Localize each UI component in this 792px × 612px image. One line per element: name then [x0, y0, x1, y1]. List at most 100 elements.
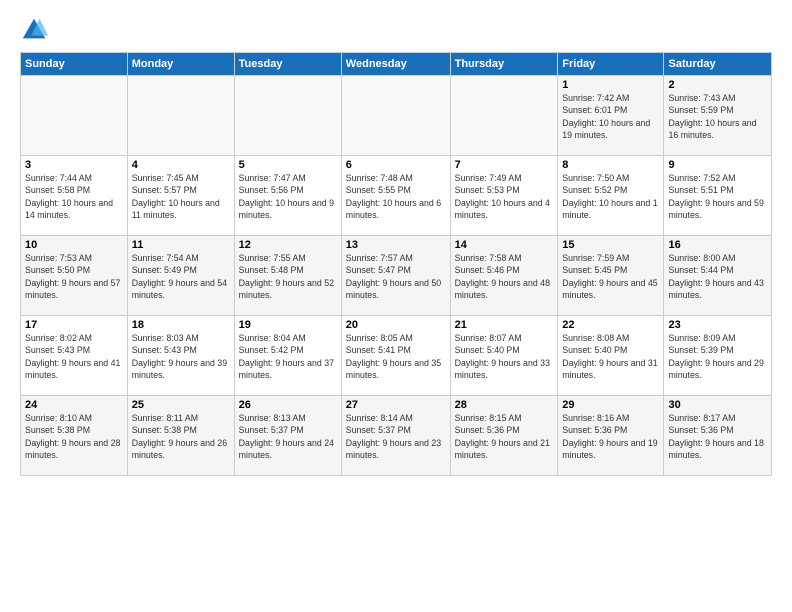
weekday-sunday: Sunday [21, 53, 128, 76]
day-info: Sunrise: 7:45 AM Sunset: 5:57 PM Dayligh… [132, 172, 230, 221]
calendar-cell: 16Sunrise: 8:00 AM Sunset: 5:44 PM Dayli… [664, 236, 772, 316]
week-row-3: 10Sunrise: 7:53 AM Sunset: 5:50 PM Dayli… [21, 236, 772, 316]
calendar-cell: 21Sunrise: 8:07 AM Sunset: 5:40 PM Dayli… [450, 316, 558, 396]
calendar-cell: 12Sunrise: 7:55 AM Sunset: 5:48 PM Dayli… [234, 236, 341, 316]
week-row-1: 1Sunrise: 7:42 AM Sunset: 6:01 PM Daylig… [21, 76, 772, 156]
day-info: Sunrise: 7:59 AM Sunset: 5:45 PM Dayligh… [562, 252, 659, 301]
day-info: Sunrise: 8:14 AM Sunset: 5:37 PM Dayligh… [346, 412, 446, 461]
day-info: Sunrise: 7:43 AM Sunset: 5:59 PM Dayligh… [668, 92, 767, 141]
calendar-cell: 20Sunrise: 8:05 AM Sunset: 5:41 PM Dayli… [341, 316, 450, 396]
day-number: 11 [132, 239, 230, 251]
logo [20, 16, 52, 44]
calendar-cell: 7Sunrise: 7:49 AM Sunset: 5:53 PM Daylig… [450, 156, 558, 236]
day-info: Sunrise: 8:13 AM Sunset: 5:37 PM Dayligh… [239, 412, 337, 461]
day-number: 26 [239, 399, 337, 411]
day-number: 21 [455, 319, 554, 331]
weekday-monday: Monday [127, 53, 234, 76]
calendar-cell: 4Sunrise: 7:45 AM Sunset: 5:57 PM Daylig… [127, 156, 234, 236]
calendar-cell: 24Sunrise: 8:10 AM Sunset: 5:38 PM Dayli… [21, 396, 128, 476]
calendar-cell: 29Sunrise: 8:16 AM Sunset: 5:36 PM Dayli… [558, 396, 664, 476]
day-number: 10 [25, 239, 123, 251]
calendar-cell: 11Sunrise: 7:54 AM Sunset: 5:49 PM Dayli… [127, 236, 234, 316]
day-number: 12 [239, 239, 337, 251]
day-info: Sunrise: 8:03 AM Sunset: 5:43 PM Dayligh… [132, 332, 230, 381]
weekday-friday: Friday [558, 53, 664, 76]
calendar-cell: 3Sunrise: 7:44 AM Sunset: 5:58 PM Daylig… [21, 156, 128, 236]
day-info: Sunrise: 7:50 AM Sunset: 5:52 PM Dayligh… [562, 172, 659, 221]
calendar-cell: 22Sunrise: 8:08 AM Sunset: 5:40 PM Dayli… [558, 316, 664, 396]
day-info: Sunrise: 7:42 AM Sunset: 6:01 PM Dayligh… [562, 92, 659, 141]
calendar-cell: 19Sunrise: 8:04 AM Sunset: 5:42 PM Dayli… [234, 316, 341, 396]
day-info: Sunrise: 8:08 AM Sunset: 5:40 PM Dayligh… [562, 332, 659, 381]
day-info: Sunrise: 8:16 AM Sunset: 5:36 PM Dayligh… [562, 412, 659, 461]
day-info: Sunrise: 7:54 AM Sunset: 5:49 PM Dayligh… [132, 252, 230, 301]
day-info: Sunrise: 8:00 AM Sunset: 5:44 PM Dayligh… [668, 252, 767, 301]
day-number: 13 [346, 239, 446, 251]
day-info: Sunrise: 8:09 AM Sunset: 5:39 PM Dayligh… [668, 332, 767, 381]
weekday-wednesday: Wednesday [341, 53, 450, 76]
calendar-cell [234, 76, 341, 156]
week-row-5: 24Sunrise: 8:10 AM Sunset: 5:38 PM Dayli… [21, 396, 772, 476]
day-number: 27 [346, 399, 446, 411]
day-number: 18 [132, 319, 230, 331]
day-number: 2 [668, 79, 767, 91]
day-number: 14 [455, 239, 554, 251]
day-number: 7 [455, 159, 554, 171]
calendar-cell: 10Sunrise: 7:53 AM Sunset: 5:50 PM Dayli… [21, 236, 128, 316]
calendar-cell: 17Sunrise: 8:02 AM Sunset: 5:43 PM Dayli… [21, 316, 128, 396]
day-info: Sunrise: 8:17 AM Sunset: 5:36 PM Dayligh… [668, 412, 767, 461]
weekday-thursday: Thursday [450, 53, 558, 76]
day-number: 30 [668, 399, 767, 411]
calendar-cell: 27Sunrise: 8:14 AM Sunset: 5:37 PM Dayli… [341, 396, 450, 476]
day-number: 4 [132, 159, 230, 171]
calendar-cell [450, 76, 558, 156]
day-info: Sunrise: 8:15 AM Sunset: 5:36 PM Dayligh… [455, 412, 554, 461]
day-info: Sunrise: 8:10 AM Sunset: 5:38 PM Dayligh… [25, 412, 123, 461]
day-number: 15 [562, 239, 659, 251]
calendar-cell: 28Sunrise: 8:15 AM Sunset: 5:36 PM Dayli… [450, 396, 558, 476]
day-info: Sunrise: 7:52 AM Sunset: 5:51 PM Dayligh… [668, 172, 767, 221]
day-number: 25 [132, 399, 230, 411]
day-number: 19 [239, 319, 337, 331]
header [20, 16, 772, 44]
calendar-cell: 25Sunrise: 8:11 AM Sunset: 5:38 PM Dayli… [127, 396, 234, 476]
calendar-cell: 1Sunrise: 7:42 AM Sunset: 6:01 PM Daylig… [558, 76, 664, 156]
day-number: 28 [455, 399, 554, 411]
day-info: Sunrise: 8:05 AM Sunset: 5:41 PM Dayligh… [346, 332, 446, 381]
calendar-cell: 13Sunrise: 7:57 AM Sunset: 5:47 PM Dayli… [341, 236, 450, 316]
day-info: Sunrise: 7:55 AM Sunset: 5:48 PM Dayligh… [239, 252, 337, 301]
day-number: 23 [668, 319, 767, 331]
calendar-cell: 14Sunrise: 7:58 AM Sunset: 5:46 PM Dayli… [450, 236, 558, 316]
day-number: 24 [25, 399, 123, 411]
day-number: 8 [562, 159, 659, 171]
logo-icon [20, 16, 48, 44]
calendar-cell [127, 76, 234, 156]
day-info: Sunrise: 7:48 AM Sunset: 5:55 PM Dayligh… [346, 172, 446, 221]
day-info: Sunrise: 7:58 AM Sunset: 5:46 PM Dayligh… [455, 252, 554, 301]
day-number: 20 [346, 319, 446, 331]
week-row-4: 17Sunrise: 8:02 AM Sunset: 5:43 PM Dayli… [21, 316, 772, 396]
calendar-cell: 18Sunrise: 8:03 AM Sunset: 5:43 PM Dayli… [127, 316, 234, 396]
day-number: 17 [25, 319, 123, 331]
day-info: Sunrise: 7:49 AM Sunset: 5:53 PM Dayligh… [455, 172, 554, 221]
day-number: 9 [668, 159, 767, 171]
calendar-cell: 30Sunrise: 8:17 AM Sunset: 5:36 PM Dayli… [664, 396, 772, 476]
day-info: Sunrise: 8:02 AM Sunset: 5:43 PM Dayligh… [25, 332, 123, 381]
day-info: Sunrise: 8:04 AM Sunset: 5:42 PM Dayligh… [239, 332, 337, 381]
calendar-cell: 5Sunrise: 7:47 AM Sunset: 5:56 PM Daylig… [234, 156, 341, 236]
day-info: Sunrise: 8:07 AM Sunset: 5:40 PM Dayligh… [455, 332, 554, 381]
calendar-cell: 26Sunrise: 8:13 AM Sunset: 5:37 PM Dayli… [234, 396, 341, 476]
calendar-cell: 9Sunrise: 7:52 AM Sunset: 5:51 PM Daylig… [664, 156, 772, 236]
day-number: 29 [562, 399, 659, 411]
calendar-page: SundayMondayTuesdayWednesdayThursdayFrid… [0, 0, 792, 612]
day-info: Sunrise: 7:47 AM Sunset: 5:56 PM Dayligh… [239, 172, 337, 221]
day-info: Sunrise: 7:57 AM Sunset: 5:47 PM Dayligh… [346, 252, 446, 301]
day-number: 22 [562, 319, 659, 331]
calendar-cell: 15Sunrise: 7:59 AM Sunset: 5:45 PM Dayli… [558, 236, 664, 316]
day-info: Sunrise: 7:44 AM Sunset: 5:58 PM Dayligh… [25, 172, 123, 221]
calendar-cell: 2Sunrise: 7:43 AM Sunset: 5:59 PM Daylig… [664, 76, 772, 156]
weekday-header-row: SundayMondayTuesdayWednesdayThursdayFrid… [21, 53, 772, 76]
calendar-table: SundayMondayTuesdayWednesdayThursdayFrid… [20, 52, 772, 476]
calendar-cell: 6Sunrise: 7:48 AM Sunset: 5:55 PM Daylig… [341, 156, 450, 236]
day-number: 6 [346, 159, 446, 171]
